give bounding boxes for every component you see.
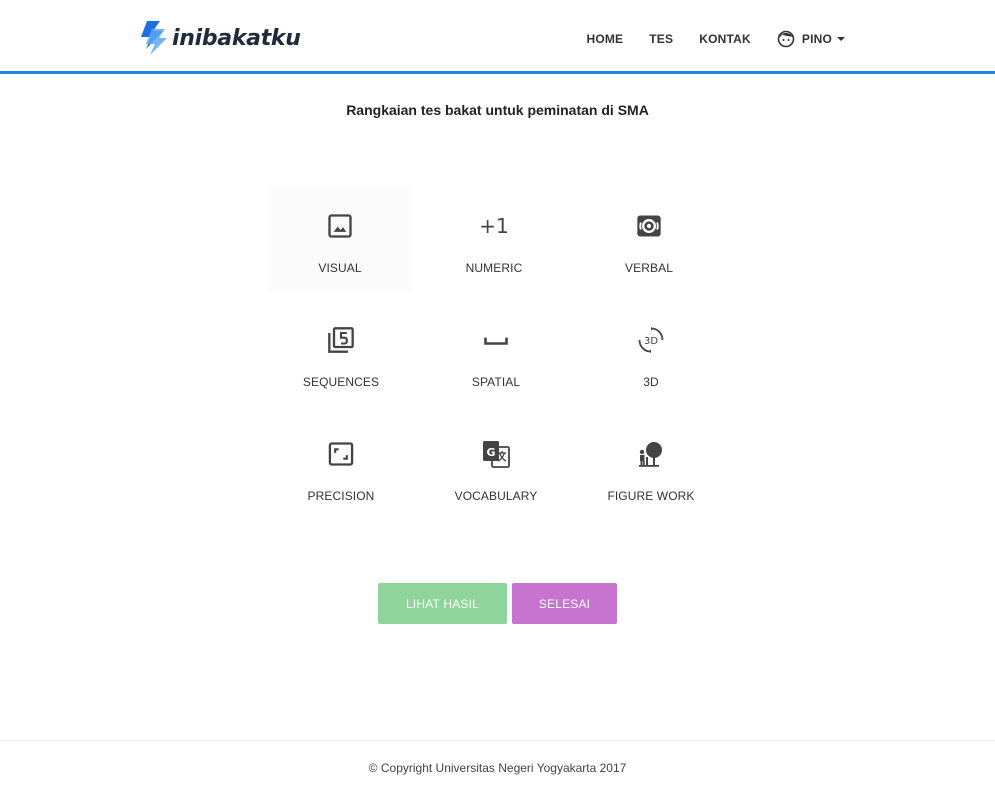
- user-name: PINO: [801, 32, 832, 46]
- space-bar-icon: [482, 326, 510, 354]
- nav-kontak[interactable]: KONTAK: [699, 28, 751, 50]
- test-label: NUMERIC: [465, 261, 523, 275]
- translate-icon: G: [482, 440, 510, 468]
- test-verbal[interactable]: VERBAL: [577, 186, 721, 290]
- voice-icon: [635, 212, 663, 240]
- test-label: VISUAL: [318, 261, 362, 275]
- test-3d[interactable]: 3D 3D: [579, 300, 723, 404]
- filter-5-icon: [327, 326, 355, 354]
- nature-people-icon: [637, 440, 665, 468]
- test-label: SEQUENCES: [302, 375, 380, 389]
- test-label: FIGURE WORK: [607, 489, 695, 503]
- test-vocabulary[interactable]: G VOCABULARY: [424, 414, 568, 518]
- 3d-rotation-icon: 3D: [637, 326, 665, 354]
- crop-free-icon: [327, 440, 355, 468]
- test-label: 3D: [643, 375, 659, 389]
- caret-down-icon: [837, 37, 845, 41]
- test-label: VERBAL: [625, 261, 673, 275]
- image-icon: [326, 212, 354, 240]
- brand-name: inibakatku: [172, 25, 301, 51]
- lihat-hasil-button[interactable]: LIHAT HASIL: [378, 583, 507, 624]
- svg-text:G: G: [486, 446, 495, 459]
- copyright-text: © Copyright Universitas Negeri Yogyakart…: [368, 761, 627, 775]
- test-figure-work[interactable]: FIGURE WORK: [579, 414, 723, 518]
- plus-one-icon: +1: [479, 214, 509, 238]
- footer: © Copyright Universitas Negeri Yogyakart…: [0, 740, 995, 803]
- test-visual[interactable]: VISUAL: [268, 186, 412, 290]
- test-precision[interactable]: PRECISION: [269, 414, 413, 518]
- page-title: Rangkaian tes bakat untuk peminatan di S…: [346, 102, 649, 118]
- test-label: SPATIAL: [471, 375, 521, 389]
- brand-logo[interactable]: inibakatku: [138, 20, 301, 56]
- lightning-logo-icon: [141, 21, 167, 55]
- test-label: VOCABULARY: [454, 489, 538, 503]
- svg-text:3D: 3D: [644, 336, 658, 347]
- user-menu[interactable]: PINO: [777, 26, 845, 52]
- selesai-button[interactable]: SELESAI: [512, 583, 617, 624]
- action-buttons: LIHAT HASIL SELESAI: [378, 583, 617, 624]
- nav-tes[interactable]: TES: [649, 28, 673, 50]
- face-icon: [777, 30, 795, 48]
- nav-home[interactable]: HOME: [586, 28, 623, 50]
- test-numeric[interactable]: +1 NUMERIC: [422, 186, 566, 290]
- main-nav: HOME TES KONTAK PINO: [560, 26, 845, 52]
- test-spatial[interactable]: SPATIAL: [424, 300, 568, 404]
- navbar: inibakatku HOME TES KONTAK PINO: [0, 0, 995, 74]
- test-sequences[interactable]: SEQUENCES: [269, 300, 413, 404]
- test-label: PRECISION: [307, 489, 375, 503]
